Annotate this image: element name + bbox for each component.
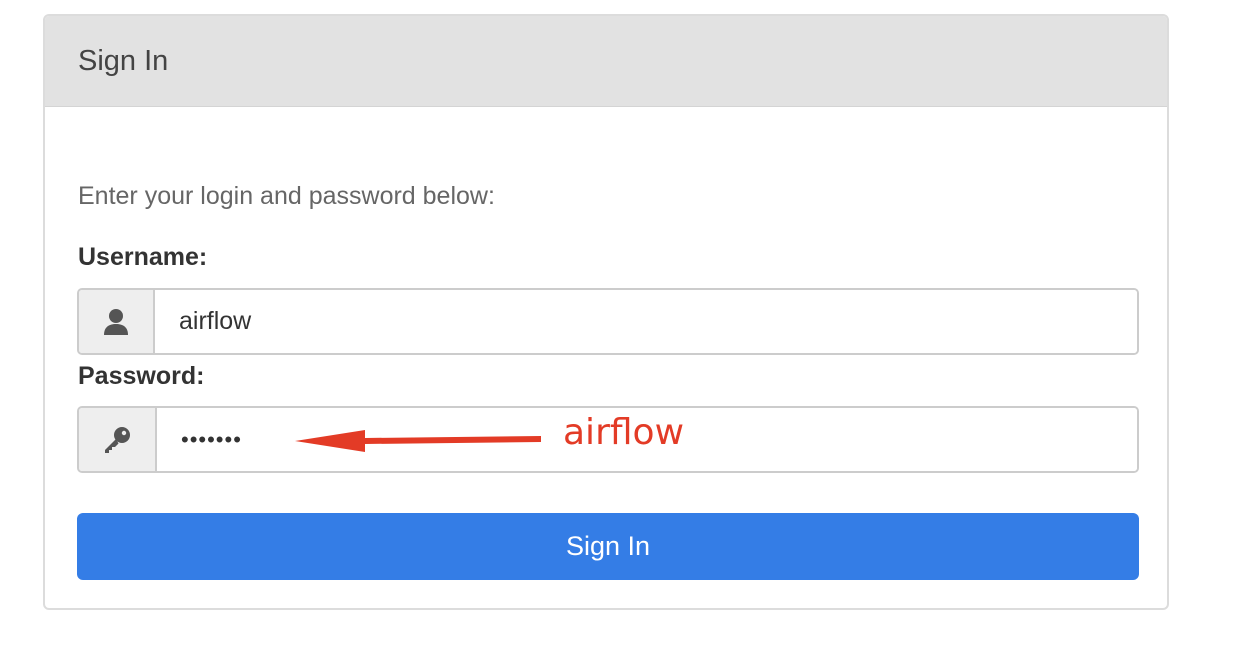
password-label: Password: bbox=[78, 362, 205, 390]
username-input-group bbox=[77, 288, 1139, 355]
password-addon bbox=[79, 408, 157, 471]
username-label: Username: bbox=[78, 243, 208, 271]
panel-title: Sign In bbox=[78, 44, 169, 77]
key-icon bbox=[105, 426, 130, 453]
login-instructions: Enter your login and password below: bbox=[78, 182, 495, 210]
annotation-arrow-icon bbox=[295, 430, 541, 452]
panel-heading: Sign In bbox=[45, 16, 1167, 107]
user-icon bbox=[104, 308, 128, 335]
username-field[interactable] bbox=[155, 290, 1137, 353]
sign-in-panel: Sign In Enter your login and password be… bbox=[43, 14, 1169, 610]
annotation-label: airflow bbox=[563, 412, 685, 453]
username-addon bbox=[79, 290, 155, 353]
sign-in-button[interactable]: Sign In bbox=[77, 513, 1139, 580]
